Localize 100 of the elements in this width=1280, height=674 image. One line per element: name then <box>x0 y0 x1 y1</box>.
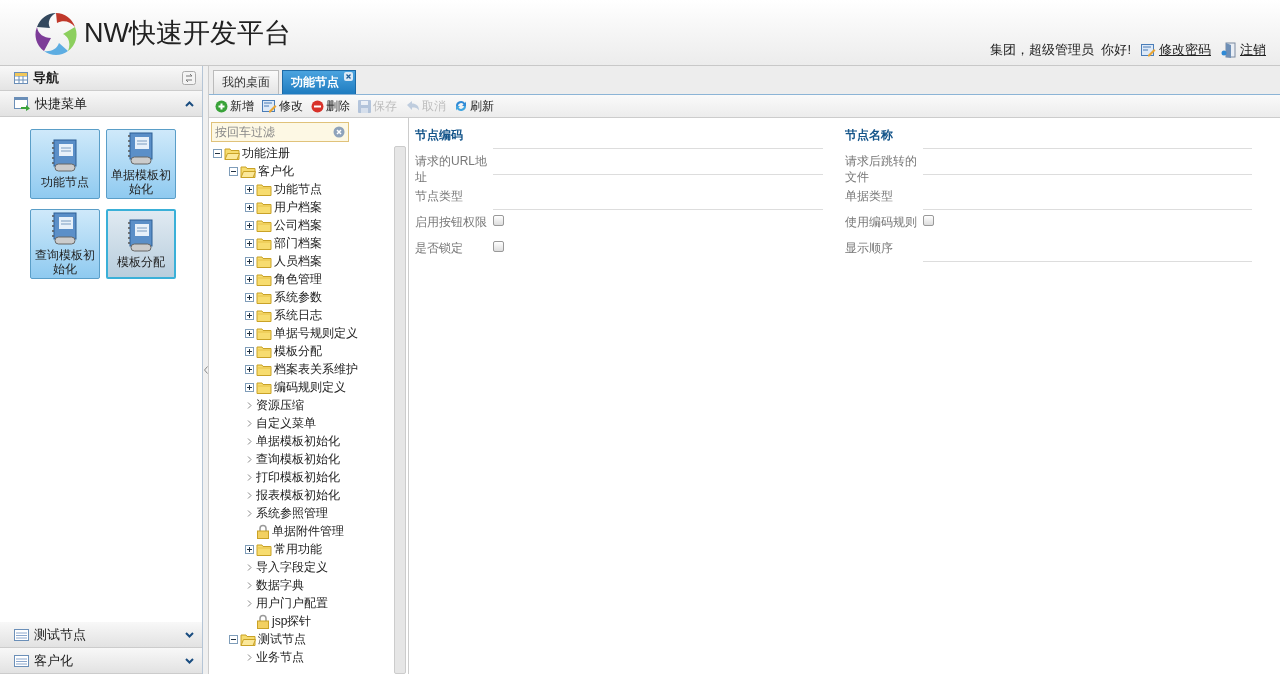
expand-icon[interactable] <box>245 544 254 554</box>
tree-node[interactable]: 系统参数 <box>274 288 322 306</box>
tree-node[interactable]: 公司档案 <box>274 216 322 234</box>
scrollbar[interactable] <box>394 146 406 674</box>
field-label: 启用按钮权限 <box>415 214 488 230</box>
expand-icon[interactable] <box>245 202 254 212</box>
add-icon <box>215 99 228 113</box>
grid-icon <box>14 72 28 84</box>
checkbox[interactable] <box>493 241 504 252</box>
expand-icon[interactable] <box>245 220 254 230</box>
greeting-text: 集团，超级管理员 你好! <box>990 41 1131 59</box>
field-label: 节点编码 <box>415 127 464 143</box>
checkbox[interactable] <box>922 215 934 226</box>
toolbar-button[interactable]: 刷新 <box>452 97 496 115</box>
folder-icon <box>256 236 272 250</box>
tree-node[interactable]: jsp探针 <box>272 612 312 630</box>
toolbar-button[interactable]: 删除 <box>309 97 352 115</box>
tree-node[interactable]: 模板分配 <box>274 342 322 360</box>
tree-node[interactable]: 常用功能 <box>274 540 322 558</box>
logo-icon <box>34 10 78 55</box>
field-label: 是否锁定 <box>415 240 464 256</box>
tree-node[interactable]: 资源压缩 <box>256 396 304 414</box>
tree-node[interactable]: 单据模板初始化 <box>256 432 340 450</box>
collapse-icon[interactable] <box>213 148 222 158</box>
shortcut-tile[interactable]: 单据模板初始化 <box>106 129 176 199</box>
checkbox[interactable] <box>493 215 504 226</box>
notebook-icon <box>126 219 156 253</box>
lock-icon <box>256 523 270 539</box>
collapse-handle-icon[interactable] <box>203 366 208 374</box>
folder-icon <box>256 380 272 394</box>
notebook-icon <box>50 212 80 246</box>
shortcut-tile[interactable]: 功能节点 <box>30 129 100 199</box>
folder-icon <box>256 344 272 358</box>
toolbar-button[interactable]: 新增 <box>213 97 256 115</box>
field-label: 请求的URL地址 <box>415 153 488 185</box>
toggle-icon[interactable] <box>182 71 196 85</box>
tab[interactable]: 功能节点 <box>282 70 356 94</box>
expand-icon[interactable] <box>245 346 254 356</box>
expand-icon[interactable] <box>245 292 254 302</box>
tree-node[interactable]: 功能注册 <box>242 144 290 162</box>
notebook-icon <box>126 132 156 166</box>
tree-node[interactable]: 报表模板初始化 <box>256 486 340 504</box>
tree-node[interactable]: 测试节点 <box>258 630 306 648</box>
expand-icon[interactable] <box>245 364 254 374</box>
folder-icon <box>256 218 272 232</box>
field-label: 使用编码规则 <box>844 214 918 230</box>
field-label: 单据类型 <box>844 188 894 204</box>
accordion-header[interactable]: 测试节点 <box>0 622 202 648</box>
tree-node[interactable]: 单据号规则定义 <box>274 324 358 342</box>
toolbar-button[interactable]: 修改 <box>260 97 305 115</box>
list-icon <box>14 654 29 667</box>
tree-node[interactable]: 系统日志 <box>274 306 322 324</box>
folder-icon <box>240 164 256 178</box>
lock-icon <box>256 613 270 629</box>
tree-node[interactable]: 档案表关系维护 <box>274 360 358 378</box>
expand-icon[interactable] <box>245 256 254 266</box>
tree-node[interactable]: 自定义菜单 <box>256 414 316 432</box>
expand-icon[interactable] <box>245 184 254 194</box>
folder-icon <box>256 290 272 304</box>
save-icon <box>358 99 371 113</box>
edit-icon <box>262 99 277 113</box>
tree-node[interactable]: 导入字段定义 <box>256 558 328 576</box>
expand-icon[interactable] <box>245 310 254 320</box>
tree-node[interactable]: 编码规则定义 <box>274 378 346 396</box>
tree-node[interactable]: 数据字典 <box>256 576 304 594</box>
tree-node[interactable]: 人员档案 <box>274 252 322 270</box>
tree-node[interactable]: 打印模板初始化 <box>256 468 340 486</box>
folder-icon <box>224 146 240 160</box>
shortcut-tile[interactable]: 模板分配 <box>106 209 176 279</box>
tree-node[interactable]: 客户化 <box>258 162 294 180</box>
expand-icon[interactable] <box>245 274 254 284</box>
expand-icon[interactable] <box>245 382 254 392</box>
edit-icon <box>1141 43 1156 57</box>
field-label: 显示顺序 <box>844 240 894 256</box>
folder-icon <box>256 308 272 322</box>
folder-icon <box>240 632 256 646</box>
expand-icon[interactable] <box>245 328 254 338</box>
tree-node[interactable]: 用户门户配置 <box>256 594 328 612</box>
collapse-icon[interactable] <box>229 634 238 644</box>
app-title: NW快速开发平台 <box>84 16 291 50</box>
accordion-header[interactable]: 客户化 <box>0 648 202 674</box>
folder-icon <box>256 182 272 196</box>
header-link[interactable]: 注销 <box>1240 41 1266 59</box>
collapse-icon[interactable] <box>229 166 238 176</box>
shortcut-tile[interactable]: 查询模板初始化 <box>30 209 100 279</box>
tree-node[interactable]: 系统参照管理 <box>256 504 328 522</box>
filter-field[interactable]: 按回车过滤 <box>211 122 349 142</box>
clear-icon[interactable] <box>333 126 345 138</box>
close-icon[interactable] <box>344 72 353 81</box>
tree-node[interactable]: 单据附件管理 <box>272 522 344 540</box>
tree-node[interactable]: 查询模板初始化 <box>256 450 340 468</box>
tree-node[interactable]: 角色管理 <box>274 270 322 288</box>
door-icon <box>1221 42 1237 58</box>
tree-node[interactable]: 业务节点 <box>256 648 304 666</box>
tree-node[interactable]: 功能节点 <box>274 180 322 198</box>
tree-node[interactable]: 用户档案 <box>274 198 322 216</box>
expand-icon[interactable] <box>245 238 254 248</box>
tree-node[interactable]: 部门档案 <box>274 234 322 252</box>
accordion-header[interactable]: 快捷菜单 <box>0 91 202 117</box>
tab[interactable]: 我的桌面 <box>213 70 279 94</box>
